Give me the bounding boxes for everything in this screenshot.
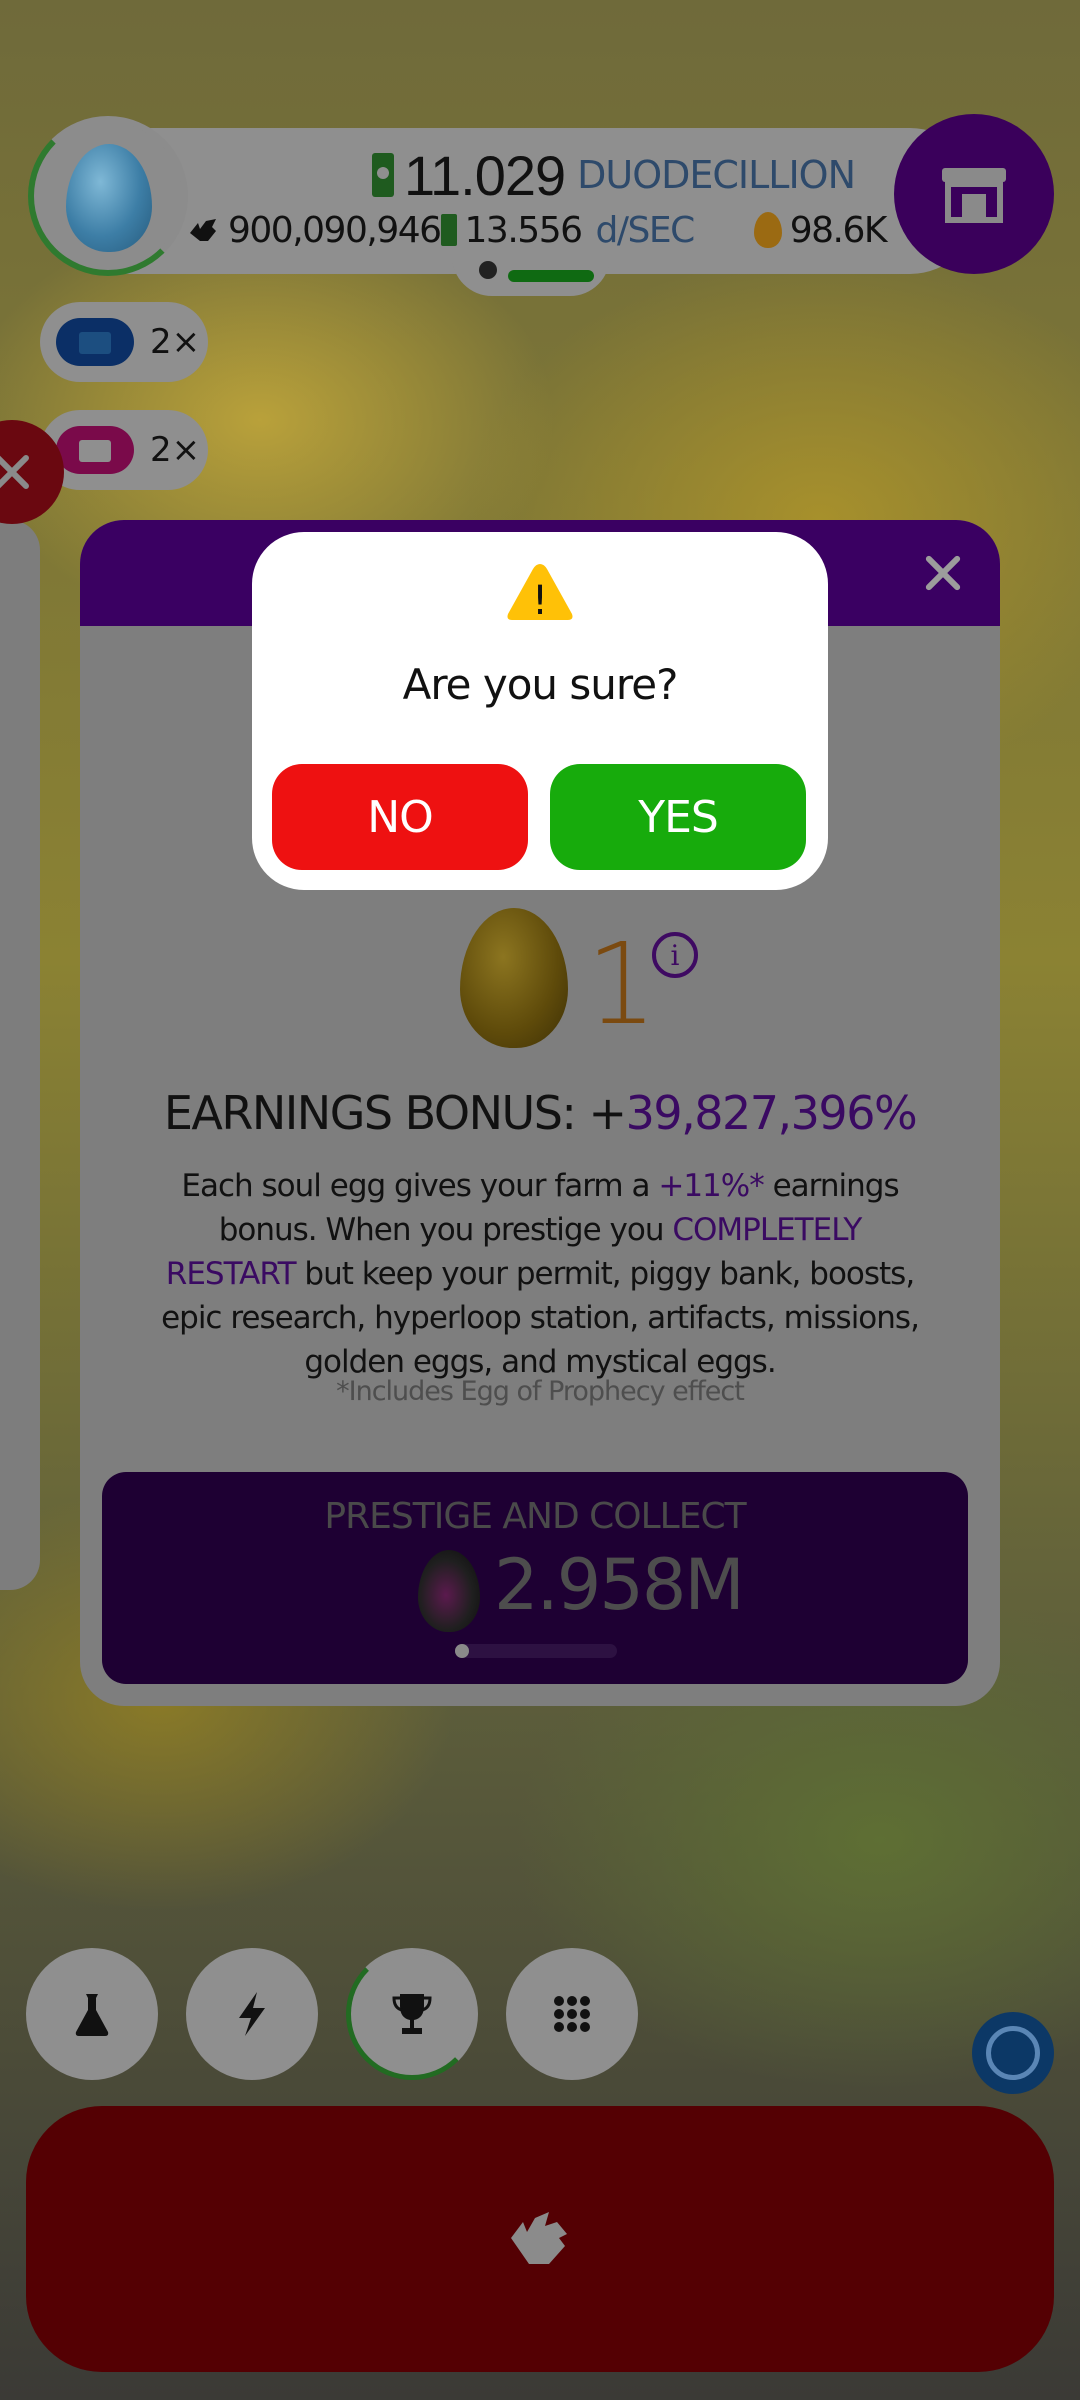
research-button[interactable] [26, 1948, 158, 2080]
boost-box-icon [79, 332, 111, 354]
yes-button[interactable]: YES [550, 764, 806, 870]
earnings-bonus-value: 39,827,396% [625, 1086, 918, 1140]
chicken-count-value: 900,090,946 [228, 209, 442, 251]
soul-egg-icon [460, 908, 568, 1048]
current-egg-button[interactable] [28, 116, 188, 276]
hatch-chicken-button[interactable] [26, 2106, 1054, 2372]
close-icon [0, 455, 29, 489]
prophecy-egg-icon [418, 1550, 480, 1632]
flask-icon [75, 1994, 109, 2036]
cash-icon [372, 153, 394, 197]
trophy-button[interactable] [346, 1948, 478, 2080]
boost-box-icon [79, 440, 111, 462]
earnings-bonus-label: EARNINGS BONUS: + [163, 1086, 627, 1140]
lightning-icon [239, 1992, 265, 2036]
chick-icon [479, 261, 497, 279]
active-boost-2[interactable]: 2× [40, 410, 208, 490]
farm-stats: 900,090,946 13.556 d/SEC 98.6K [186, 205, 888, 255]
earning-rate: 13.556 d/SEC [440, 209, 754, 251]
prestige-progress-fill [455, 1644, 469, 1658]
chicken-count: 900,090,946 [186, 209, 442, 251]
chicken-icon [190, 219, 216, 241]
warning-symbol: ! [532, 578, 548, 624]
cash-icon [440, 214, 457, 246]
boost-chip [56, 318, 134, 366]
trophy-icon [392, 1994, 432, 2034]
warning-icon: ! [507, 564, 573, 624]
confirm-dialog: ! Are you sure? NO YES [252, 532, 828, 890]
chicken-icon [511, 2212, 567, 2264]
earnings-bonus: EARNINGS BONUS: +39,827,396% [80, 1086, 1000, 1140]
soul-egg-count: 1 [586, 920, 658, 1050]
prestige-and-collect-button[interactable]: PRESTIGE AND COLLECT 2.958M [102, 1472, 968, 1684]
boost-multiplier: 2× [150, 430, 201, 470]
money-value: 11.029 [404, 143, 566, 207]
no-button[interactable]: NO [272, 764, 528, 870]
prestige-progress-bar [455, 1644, 617, 1658]
desc-highlight: +11%* [658, 1168, 764, 1204]
camera-toggle-button[interactable] [972, 2012, 1054, 2094]
golden-egg-count: 98.6K [753, 209, 888, 251]
prestige-value: 2.958M [494, 1544, 745, 1626]
boost-button[interactable] [186, 1948, 318, 2080]
dialog-message: Are you sure? [402, 660, 679, 709]
current-egg-icon [66, 144, 152, 252]
hab-capacity-bar [508, 270, 594, 282]
boost-multiplier: 2× [150, 322, 201, 362]
info-icon[interactable]: i [652, 932, 698, 978]
money-unit: DUODECILLION [577, 153, 856, 197]
rate-unit: d/SEC [595, 209, 696, 251]
menu-button[interactable] [506, 1948, 638, 2080]
background-side-panel [0, 520, 40, 1590]
desc-text: Each soul egg gives your farm a [181, 1168, 659, 1204]
hab-capacity-tab[interactable] [452, 252, 610, 296]
shop-button[interactable] [894, 114, 1054, 274]
footnote: *Includes Egg of Prophecy effect [336, 1376, 745, 1407]
panel-close-button[interactable] [920, 550, 966, 596]
prestige-label: PRESTIGE AND COLLECT [324, 1496, 746, 1537]
golden-egg-value: 98.6K [789, 209, 888, 251]
golden-egg-icon [753, 212, 782, 248]
prestige-description: Each soul egg gives your farm a +11%* ea… [150, 1164, 930, 1384]
grid-icon [554, 1996, 590, 2032]
boost-chip [56, 426, 134, 474]
active-boost-1[interactable]: 2× [40, 302, 208, 382]
rate-value: 13.556 [464, 209, 583, 251]
shop-icon [942, 168, 1006, 223]
money-display: 11.029 DUODECILLION [372, 140, 856, 210]
